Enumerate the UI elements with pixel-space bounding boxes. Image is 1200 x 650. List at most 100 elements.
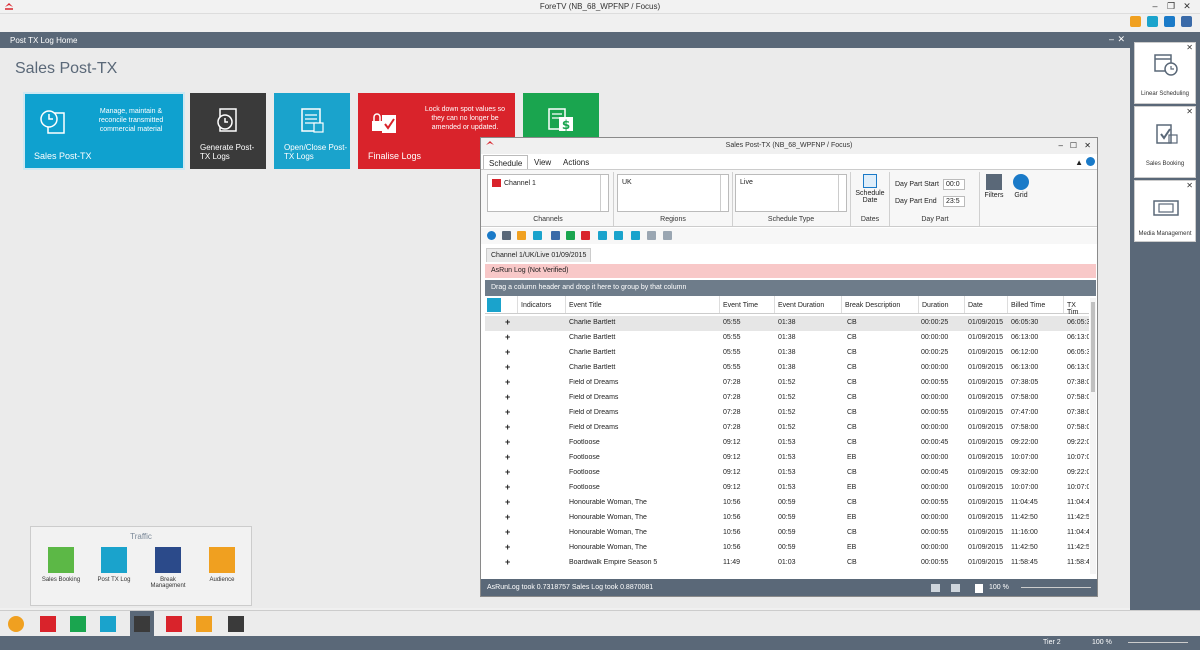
- tab-view[interactable]: View: [529, 155, 556, 169]
- post-tx-log-icon[interactable]: [100, 616, 116, 632]
- home-icon[interactable]: [1130, 16, 1141, 27]
- expand-icon[interactable]: +: [505, 407, 515, 417]
- grid-button[interactable]: Grid: [1009, 174, 1033, 199]
- expand-icon[interactable]: +: [505, 467, 515, 477]
- schedule-type-list[interactable]: Live: [735, 174, 847, 212]
- document-tab[interactable]: Channel 1/UK/Live 01/09/2015: [486, 248, 592, 262]
- scrollbar-thumb[interactable]: [1091, 302, 1095, 392]
- group-by-bar[interactable]: Drag a column header and drop it here to…: [485, 280, 1096, 296]
- close-icon[interactable]: ✕: [1186, 43, 1193, 52]
- expand-icon[interactable]: +: [505, 527, 515, 537]
- maximize-icon[interactable]: ☐: [1070, 141, 1077, 150]
- expand-icon[interactable]: +: [505, 377, 515, 387]
- table-row[interactable]: + Footloose 09:12 01:53 EB 00:00:00 01/09/2015…: [485, 451, 1089, 466]
- chevron-up-icon[interactable]: ▲: [1075, 158, 1083, 167]
- list-icon[interactable]: [647, 231, 656, 240]
- expand-icon[interactable]: +: [505, 332, 515, 342]
- expand-icon[interactable]: +: [505, 317, 515, 327]
- traffic-item-post-tx-log[interactable]: Post TX Log: [89, 547, 139, 583]
- table-row[interactable]: + Charlie Bartlett 05:55 01:38 CB 00:00:25 01/…: [485, 346, 1089, 361]
- column-header[interactable]: Event Duration: [774, 296, 824, 313]
- table-row[interactable]: + Boardwalk Empire Season 5 11:49 01:03 CB 00…: [485, 556, 1089, 571]
- close-icon[interactable]: ✕: [1186, 181, 1193, 190]
- list-icon[interactable]: [533, 231, 542, 240]
- close-icon[interactable]: ✕: [1186, 107, 1193, 116]
- expand-icon[interactable]: +: [505, 347, 515, 357]
- launcher-linear-scheduling[interactable]: ✕ Linear Scheduling: [1134, 42, 1196, 104]
- vertical-scrollbar[interactable]: [1090, 298, 1096, 574]
- traffic-item-audience[interactable]: Audience: [197, 547, 247, 583]
- table-row[interactable]: + Field of Dreams 07:28 01:52 CB 00:00:55 01/0…: [485, 376, 1089, 391]
- traffic-light-icon[interactable]: [134, 616, 150, 632]
- expand-icon[interactable]: +: [505, 362, 515, 372]
- help-icon[interactable]: [1086, 157, 1095, 166]
- scrollbar[interactable]: [720, 175, 728, 211]
- zoom-slider[interactable]: [1021, 587, 1091, 588]
- scrollbar[interactable]: [838, 175, 846, 211]
- window-title-bar[interactable]: Sales Post-TX (NB_68_WPFNP / Focus) – ☐ …: [481, 138, 1097, 154]
- minimize-icon[interactable]: –: [1059, 141, 1063, 150]
- view-icon[interactable]: [931, 584, 940, 592]
- table-row[interactable]: + Field of Dreams 07:28 01:52 CB 00:00:00 01/0…: [485, 421, 1089, 436]
- expand-icon[interactable]: +: [505, 392, 515, 402]
- table-row[interactable]: + Footloose 09:12 01:53 CB 00:00:45 01/09/2015…: [485, 436, 1089, 451]
- day-part-start-input[interactable]: 00:0: [943, 179, 965, 190]
- table-row[interactable]: + Honourable Woman, The 10:56 00:59 EB 00:00:…: [485, 541, 1089, 556]
- column-header[interactable]: Event Title: [565, 296, 602, 313]
- expand-icon[interactable]: +: [505, 497, 515, 507]
- filters-button[interactable]: Filters: [982, 174, 1006, 199]
- list-icon[interactable]: [598, 231, 607, 240]
- column-header[interactable]: Event Time: [719, 296, 758, 313]
- tab-schedule[interactable]: Schedule: [483, 155, 529, 169]
- scrollbar[interactable]: [600, 175, 608, 211]
- regions-list[interactable]: UK: [617, 174, 729, 212]
- column-header[interactable]: Date: [964, 296, 983, 313]
- column-header[interactable]: Indicators: [517, 296, 551, 313]
- help-icon[interactable]: [1164, 16, 1175, 27]
- view-icon[interactable]: [951, 584, 960, 592]
- books-icon[interactable]: [70, 616, 86, 632]
- table-row[interactable]: + Charlie Bartlett 05:55 01:38 CB 00:00:25 01/…: [485, 316, 1089, 331]
- column-header[interactable]: Billed Time: [1007, 296, 1045, 313]
- expand-icon[interactable]: +: [505, 437, 515, 447]
- column-header[interactable]: TX Tim: [1063, 296, 1089, 316]
- add-icon[interactable]: [566, 231, 575, 240]
- list-icon[interactable]: [551, 231, 560, 240]
- settings-icon[interactable]: [8, 616, 24, 632]
- close-icon[interactable]: ✕: [1117, 34, 1125, 45]
- check-icon[interactable]: [581, 231, 590, 240]
- zoom-slider[interactable]: [1128, 642, 1188, 643]
- column-chooser-icon[interactable]: [487, 298, 501, 312]
- minimize-icon[interactable]: –: [1148, 1, 1162, 11]
- list-icon[interactable]: [614, 231, 623, 240]
- schedule-date-button[interactable]: Schedule Date: [853, 174, 887, 212]
- traffic-item-break-management[interactable]: Break Management: [143, 547, 193, 589]
- launcher-media-management[interactable]: ✕ Media Management: [1134, 180, 1196, 242]
- table-row[interactable]: + Footloose 09:12 01:53 CB 00:00:45 01/09/2015…: [485, 466, 1089, 481]
- table-row[interactable]: + Honourable Woman, The 10:56 00:59 CB 00:00:…: [485, 526, 1089, 541]
- table-row[interactable]: + Honourable Woman, The 10:56 00:59 EB 00:00:…: [485, 511, 1089, 526]
- day-part-end-input[interactable]: 23:5: [943, 196, 965, 207]
- column-header[interactable]: Break Description: [841, 296, 900, 313]
- tab-actions[interactable]: Actions: [558, 155, 594, 169]
- bag-icon[interactable]: [196, 616, 212, 632]
- column-header[interactable]: Duration: [918, 296, 948, 313]
- grid-icon[interactable]: [502, 231, 511, 240]
- report-icon[interactable]: [166, 616, 182, 632]
- channels-list[interactable]: Channel 1: [487, 174, 609, 212]
- tool-icon[interactable]: [517, 231, 526, 240]
- check-icon[interactable]: [663, 231, 672, 240]
- traffic-item-sales-booking[interactable]: Sales Booking: [36, 547, 86, 583]
- expand-icon[interactable]: +: [505, 452, 515, 462]
- expand-icon[interactable]: +: [505, 512, 515, 522]
- tape-icon[interactable]: [228, 616, 244, 632]
- table-row[interactable]: + Footloose 09:12 01:53 EB 00:00:00 01/09/2015…: [485, 481, 1089, 496]
- table-row[interactable]: + Charlie Bartlett 05:55 01:38 CB 00:00:00 01/…: [485, 331, 1089, 346]
- close-icon[interactable]: ✕: [1084, 141, 1091, 150]
- table-row[interactable]: + Charlie Bartlett 05:55 01:38 CB 00:00:00 01/…: [485, 361, 1089, 376]
- refresh-icon[interactable]: [487, 231, 496, 240]
- table-row[interactable]: + Field of Dreams 07:28 01:52 CB 00:00:00 01/0…: [485, 391, 1089, 406]
- expand-icon[interactable]: +: [505, 482, 515, 492]
- chat-icon[interactable]: [1147, 16, 1158, 27]
- list-icon[interactable]: [631, 231, 640, 240]
